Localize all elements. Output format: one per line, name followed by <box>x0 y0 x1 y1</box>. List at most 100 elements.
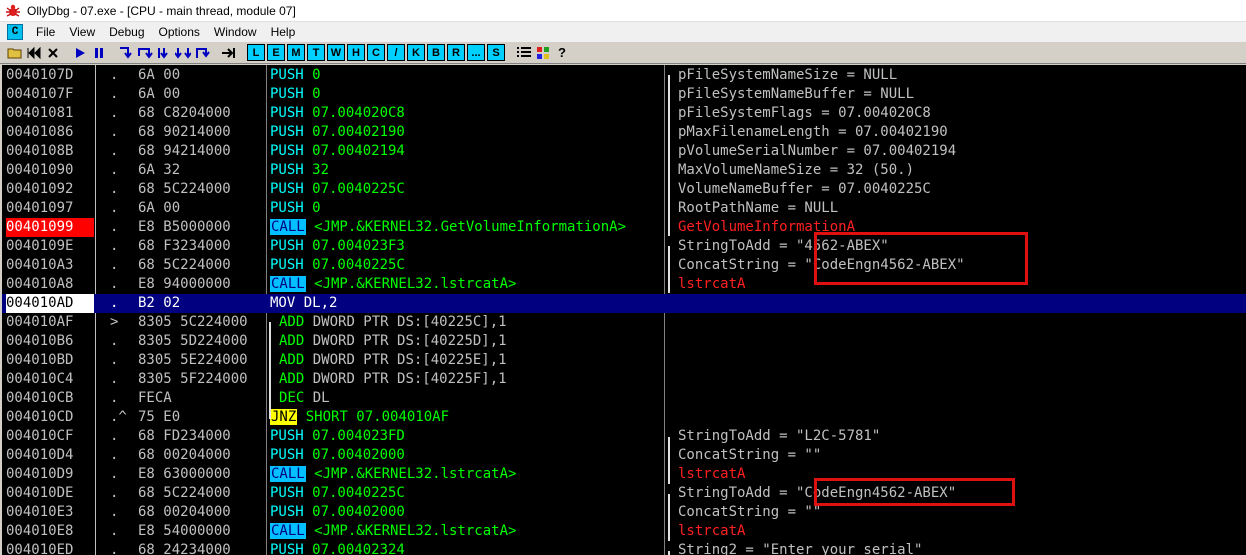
disasm-row[interactable]: 004010A8. E8 94000000 CALL <JMP.&KERNEL32.… <box>2 275 1246 294</box>
memory-window-button[interactable]: M <box>287 44 305 61</box>
row-hex-dump: 8305 5D224000 <box>138 333 248 349</box>
disasm-row[interactable]: 004010DE. 68 5C224000 PUSH 07.0040225C Stri… <box>2 484 1246 503</box>
step-into-icon[interactable] <box>117 44 135 61</box>
row-comment: pFileSystemNameBuffer = NULL <box>678 86 915 102</box>
row-operand: 07.00402000 <box>303 504 405 520</box>
disasm-row[interactable]: 004010D9. E8 63000000 CALL <JMP.&KERNEL32.… <box>2 465 1246 484</box>
row-flag: . <box>110 466 119 482</box>
row-operand: DWORD PTR DS:[40225E],1 <box>304 352 507 368</box>
args-brace <box>668 494 670 541</box>
cpu-window-button[interactable]: C <box>367 44 385 61</box>
step-over-icon[interactable] <box>136 44 154 61</box>
disasm-row[interactable]: 004010CF. 68 FD234000 PUSH 07.004023FD Stri… <box>2 427 1246 446</box>
close-icon[interactable] <box>44 44 62 61</box>
row-flag: . <box>110 105 119 121</box>
row-address: 004010E3 <box>6 504 74 520</box>
handles-window-button[interactable]: H <box>347 44 365 61</box>
rewind-icon[interactable] <box>25 44 43 61</box>
disasm-row[interactable]: 004010E8. E8 54000000 CALL <JMP.&KERNEL32.… <box>2 522 1246 541</box>
threads-window-button[interactable]: T <box>307 44 325 61</box>
log-window-button[interactable]: L <box>247 44 265 61</box>
disasm-row[interactable]: 004010CB. FECA DEC DL <box>2 389 1246 408</box>
row-hex-dump: 68 94214000 <box>138 143 231 159</box>
trace-over-icon[interactable] <box>174 44 192 61</box>
menu-options[interactable]: Options <box>152 25 207 39</box>
disasm-row[interactable]: 004010AD. B2 02 MOV DL,2 <box>2 294 1246 313</box>
disasm-row[interactable]: 004010D4. 68 00204000 PUSH 07.00402000 Conc… <box>2 446 1246 465</box>
trace-into-icon[interactable] <box>155 44 173 61</box>
row-command: PUSH 07.0040225C <box>270 484 405 503</box>
row-operand: 0 <box>303 67 321 83</box>
patches-window-button[interactable]: / <box>387 44 405 61</box>
execute-till-return-icon[interactable] <box>193 44 211 61</box>
row-hex-dump: 6A 32 <box>138 162 181 178</box>
references-window-button[interactable]: R <box>447 44 465 61</box>
row-command: CALL <JMP.&KERNEL32.lstrcatA> <box>270 522 516 541</box>
row-flag: . <box>110 219 119 235</box>
menu-file[interactable]: File <box>29 25 62 39</box>
cpu-window-icon[interactable]: C <box>7 24 23 40</box>
row-operand: <JMP.&KERNEL32.lstrcatA> <box>305 276 517 292</box>
disasm-row[interactable]: 00401086. 68 90214000 PUSH 07.00402190 pMax… <box>2 123 1246 142</box>
row-operand: 07.0040225C <box>303 181 405 197</box>
disasm-row[interactable]: 004010AF >8305 5C224000 ADD DWORD PTR DS:[… <box>2 313 1246 332</box>
disasm-row[interactable]: 004010BD. 8305 5E224000 ADD DWORD PTR DS:[… <box>2 351 1246 370</box>
row-address: 004010AD <box>6 294 94 313</box>
list-icon[interactable] <box>515 44 533 61</box>
disasm-row[interactable]: 00401081. 68 C8204000 PUSH 07.004020C8 pFil… <box>2 104 1246 123</box>
run-icon[interactable] <box>71 44 89 61</box>
go-to-icon[interactable] <box>220 44 238 61</box>
row-command: ADD DWORD PTR DS:[40225F],1 <box>270 370 507 389</box>
args-brace <box>668 437 670 484</box>
row-command: ADD DWORD PTR DS:[40225E],1 <box>270 351 507 370</box>
pause-icon[interactable] <box>90 44 108 61</box>
row-flag: . <box>110 333 119 349</box>
toolbar: L E M T W H C / K B R ... S ? <box>0 42 1246 64</box>
disasm-row[interactable]: 004010CD .^ 75 E0 JNZ SHORT 07.004010AF <box>2 408 1246 427</box>
disasm-row[interactable]: 004010ED. 68 24234000 PUSH 07.00402324 Stri… <box>2 541 1246 555</box>
disassembly-pane[interactable]: 0040107D. 6A 00 PUSH 0 pFileSystemNameSize … <box>2 65 1246 555</box>
modules-window-button[interactable]: E <box>267 44 285 61</box>
menu-debug[interactable]: Debug <box>102 25 151 39</box>
row-flag: . <box>110 143 119 159</box>
row-hex-dump: 6A 00 <box>138 67 181 83</box>
call-stack-window-button[interactable]: K <box>407 44 425 61</box>
menu-window[interactable]: Window <box>207 25 264 39</box>
disasm-row[interactable]: 0040108B. 68 94214000 PUSH 07.00402194 pVol… <box>2 142 1246 161</box>
disasm-row[interactable]: 0040107D. 6A 00 PUSH 0 pFileSystemNameSize … <box>2 66 1246 85</box>
disasm-row[interactable]: 004010B6. 8305 5D224000 ADD DWORD PTR DS:[… <box>2 332 1246 351</box>
appearance-icon[interactable] <box>534 44 552 61</box>
row-hex-dump: 68 00204000 <box>138 504 231 520</box>
row-hex-dump: E8 94000000 <box>138 276 231 292</box>
disasm-row[interactable]: 0040107F. 6A 00 PUSH 0 pFileSystemNameBuffe… <box>2 85 1246 104</box>
row-command: PUSH 07.00402000 <box>270 446 405 465</box>
disasm-row[interactable]: 00401099. E8 B5000000 CALL <JMP.&KERNEL32.… <box>2 218 1246 237</box>
row-mnemonic: CALL <box>270 466 306 482</box>
windows-window-button[interactable]: W <box>327 44 345 61</box>
row-mnemonic: PUSH <box>270 162 304 178</box>
disasm-row[interactable]: 00401090. 6A 32 PUSH 32 MaxVolumeNameSize =… <box>2 161 1246 180</box>
row-flag: . <box>110 428 119 444</box>
breakpoints-window-button[interactable]: B <box>427 44 445 61</box>
row-operand: 0 <box>303 86 321 102</box>
row-operand: 07.004023FD <box>303 428 405 444</box>
disasm-row[interactable]: 00401097. 6A 00 PUSH 0 RootPathName = NULL <box>2 199 1246 218</box>
disasm-row[interactable]: 004010A3. 68 5C224000 PUSH 07.0040225C Conc… <box>2 256 1246 275</box>
open-file-icon[interactable] <box>6 44 24 61</box>
row-comment: pFileSystemFlags = 07.004020C8 <box>678 105 931 121</box>
source-window-button[interactable]: S <box>487 44 505 61</box>
highlight-box-serial <box>814 232 1028 285</box>
help-icon[interactable]: ? <box>553 44 571 61</box>
menu-view[interactable]: View <box>62 25 102 39</box>
disasm-row[interactable]: 004010E3. 68 00204000 PUSH 07.00402000 Conc… <box>2 503 1246 522</box>
row-command: PUSH 0 <box>270 85 321 104</box>
row-mnemonic: PUSH <box>270 257 304 273</box>
row-address: 004010CF <box>6 428 74 444</box>
row-comment: MaxVolumeNameSize = 32 (50.) <box>678 162 915 178</box>
disasm-row[interactable]: 00401092. 68 5C224000 PUSH 07.0040225C Volu… <box>2 180 1246 199</box>
menu-help[interactable]: Help <box>264 25 303 39</box>
row-operand: 07.00402324 <box>303 542 405 555</box>
disasm-row[interactable]: 004010C4. 8305 5F224000 ADD DWORD PTR DS:[… <box>2 370 1246 389</box>
run-trace-window-button[interactable]: ... <box>467 44 485 61</box>
disasm-row[interactable]: 0040109E. 68 F3234000 PUSH 07.004023F3 Stri… <box>2 237 1246 256</box>
